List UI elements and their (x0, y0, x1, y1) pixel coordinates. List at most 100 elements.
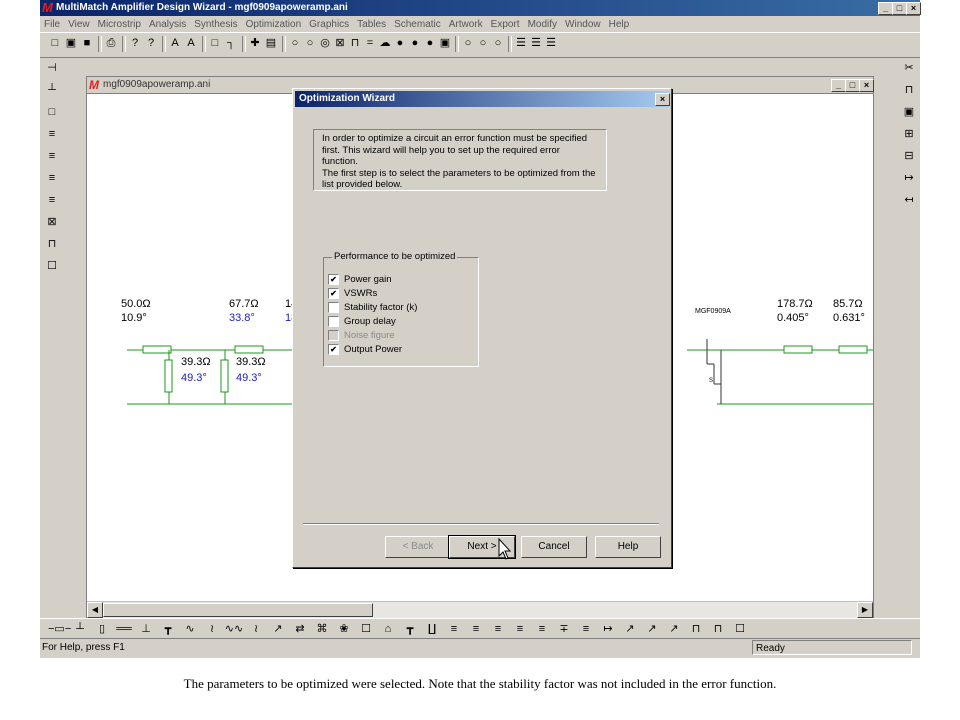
component-tool-icon[interactable]: ≀ (202, 622, 222, 636)
menu-analysis[interactable]: Analysis (145, 17, 190, 33)
arrow-a2-icon[interactable]: A (184, 36, 198, 50)
component-tool-icon[interactable]: ▯ (92, 622, 112, 636)
circle-icon[interactable]: ● (393, 36, 407, 50)
menu-file[interactable]: File (40, 17, 64, 33)
component-tool-icon[interactable]: ⌂ (378, 622, 398, 636)
checkbox[interactable] (328, 302, 339, 313)
component-tool-icon[interactable]: ≀ (246, 622, 266, 636)
minimize-button[interactable]: _ (878, 2, 893, 15)
component-tool-icon[interactable]: ↗ (268, 622, 288, 636)
checkbox[interactable] (328, 316, 339, 327)
menu-microstrip[interactable]: Microstrip (94, 17, 145, 33)
grid-icon[interactable]: ⊠ (333, 36, 347, 50)
menu-window[interactable]: Window (561, 17, 605, 33)
circle-icon[interactable]: ◎ (318, 36, 332, 50)
menu-modify[interactable]: Modify (524, 17, 561, 33)
component-tool-icon[interactable]: ❀ (334, 622, 354, 636)
app-title-bar[interactable]: M MultiMatch Amplifier Design Wizard - m… (40, 0, 921, 16)
new-file-icon[interactable]: □ (48, 36, 62, 50)
checkbox[interactable] (328, 330, 339, 341)
menu-graphics[interactable]: Graphics (305, 17, 353, 33)
option-group-delay[interactable]: Group delay (328, 316, 396, 328)
restore-button[interactable]: □ (892, 2, 907, 15)
component-tool-icon[interactable]: ┴ (70, 622, 90, 636)
print-icon[interactable]: ⎙ (104, 36, 118, 50)
right-tool-icon[interactable]: ✂ (901, 60, 917, 76)
cross-icon[interactable]: ✚ (248, 36, 262, 50)
component-tool-icon[interactable]: ⌘ (312, 622, 332, 636)
component-tool-icon[interactable]: ≡ (576, 622, 596, 636)
dot-icon[interactable]: □ (208, 36, 222, 50)
edit-icon[interactable]: ▤ (264, 36, 278, 50)
left-tool-icon[interactable]: ⊠ (44, 214, 60, 230)
circle-icon[interactable]: ○ (288, 36, 302, 50)
arrow-a-icon[interactable]: A (168, 36, 182, 50)
component-tool-icon[interactable]: ⊥ (136, 622, 156, 636)
component-tool-icon[interactable]: ⊓ (686, 622, 706, 636)
box-icon[interactable]: ▣ (438, 36, 452, 50)
left-tool-icon[interactable]: ≡ (44, 126, 60, 142)
menu-help[interactable]: Help (605, 17, 634, 33)
stack-icon[interactable]: ☰ (529, 36, 543, 50)
help-button[interactable]: Help (595, 536, 661, 558)
option-stability-factor-k[interactable]: Stability factor (k) (328, 302, 417, 314)
component-tool-icon[interactable]: ∿ (180, 622, 200, 636)
option-output-power[interactable]: ✔ Output Power (328, 344, 402, 356)
component-tool-icon[interactable]: ┳ (400, 622, 420, 636)
option-noise-figure[interactable]: Noise figure (328, 330, 395, 342)
left-tool-icon[interactable]: ⊣ (44, 60, 60, 76)
menu-optimization[interactable]: Optimization (242, 17, 306, 33)
close-button[interactable]: × (906, 2, 921, 15)
component-tool-icon[interactable]: ≡ (444, 622, 464, 636)
right-tool-icon[interactable]: ▣ (901, 104, 917, 120)
circle-icon[interactable]: ○ (491, 36, 505, 50)
left-tool-icon[interactable]: ≡ (44, 170, 60, 186)
left-tool-icon[interactable]: □ (44, 104, 60, 120)
left-tool-icon[interactable]: ┴ (44, 82, 60, 98)
save-icon[interactable]: ■ (80, 36, 94, 50)
back-button[interactable]: < Back (385, 536, 451, 558)
component-tool-icon[interactable]: ⇄ (290, 622, 310, 636)
menu-tables[interactable]: Tables (353, 17, 390, 33)
right-tool-icon[interactable]: ↤ (901, 192, 917, 208)
component-tool-icon[interactable]: −▭− (48, 622, 71, 636)
menu-synthesis[interactable]: Synthesis (190, 17, 241, 33)
component-tool-icon[interactable]: ∿∿ (224, 622, 244, 636)
wizard-close-button[interactable]: × (655, 93, 670, 106)
left-tool-icon[interactable]: ☐ (44, 258, 60, 274)
component-tool-icon[interactable]: ≡ (532, 622, 552, 636)
right-tool-icon[interactable]: ⊟ (901, 148, 917, 164)
left-tool-icon[interactable]: ≡ (44, 192, 60, 208)
component-tool-icon[interactable]: ∓ (554, 622, 574, 636)
horizontal-scrollbar[interactable]: ◀ ▶ (87, 601, 873, 618)
component-tool-icon[interactable]: ≡ (488, 622, 508, 636)
box-icon[interactable]: ⊓ (348, 36, 362, 50)
component-tool-icon[interactable]: ══ (114, 622, 134, 636)
checkbox[interactable]: ✔ (328, 274, 339, 285)
checkbox[interactable]: ✔ (328, 344, 339, 355)
stack-icon[interactable]: ☰ (514, 36, 528, 50)
right-tool-icon[interactable]: ⊞ (901, 126, 917, 142)
circle-icon[interactable]: ● (408, 36, 422, 50)
open-folder-icon[interactable]: ▣ (64, 36, 78, 50)
component-tool-icon[interactable]: ↗ (642, 622, 662, 636)
scroll-left-arrow-icon[interactable]: ◀ (87, 602, 103, 618)
component-tool-icon[interactable]: ⊓ (708, 622, 728, 636)
child-close-button[interactable]: × (859, 79, 874, 92)
component-tool-icon[interactable]: ↗ (664, 622, 684, 636)
left-tool-icon[interactable]: ≡ (44, 148, 60, 164)
option-vswrs[interactable]: ✔ VSWRs (328, 288, 377, 300)
cancel-button[interactable]: Cancel (521, 536, 587, 558)
right-tool-icon[interactable]: ⊓ (901, 82, 917, 98)
child-minimize-button[interactable]: _ (831, 79, 846, 92)
help-icon[interactable]: ? (128, 36, 142, 50)
wizard-title-bar[interactable]: Optimization Wizard × (295, 91, 670, 107)
menu-artwork[interactable]: Artwork (445, 17, 487, 33)
left-tool-icon[interactable]: ⊓ (44, 236, 60, 252)
child-restore-button[interactable]: □ (845, 79, 860, 92)
context-help-icon[interactable]: ? (144, 36, 158, 50)
circle-icon[interactable]: ○ (476, 36, 490, 50)
scrollbar-thumb[interactable] (103, 603, 373, 617)
checkbox[interactable]: ✔ (328, 288, 339, 299)
component-tool-icon[interactable]: ┳ (158, 622, 178, 636)
